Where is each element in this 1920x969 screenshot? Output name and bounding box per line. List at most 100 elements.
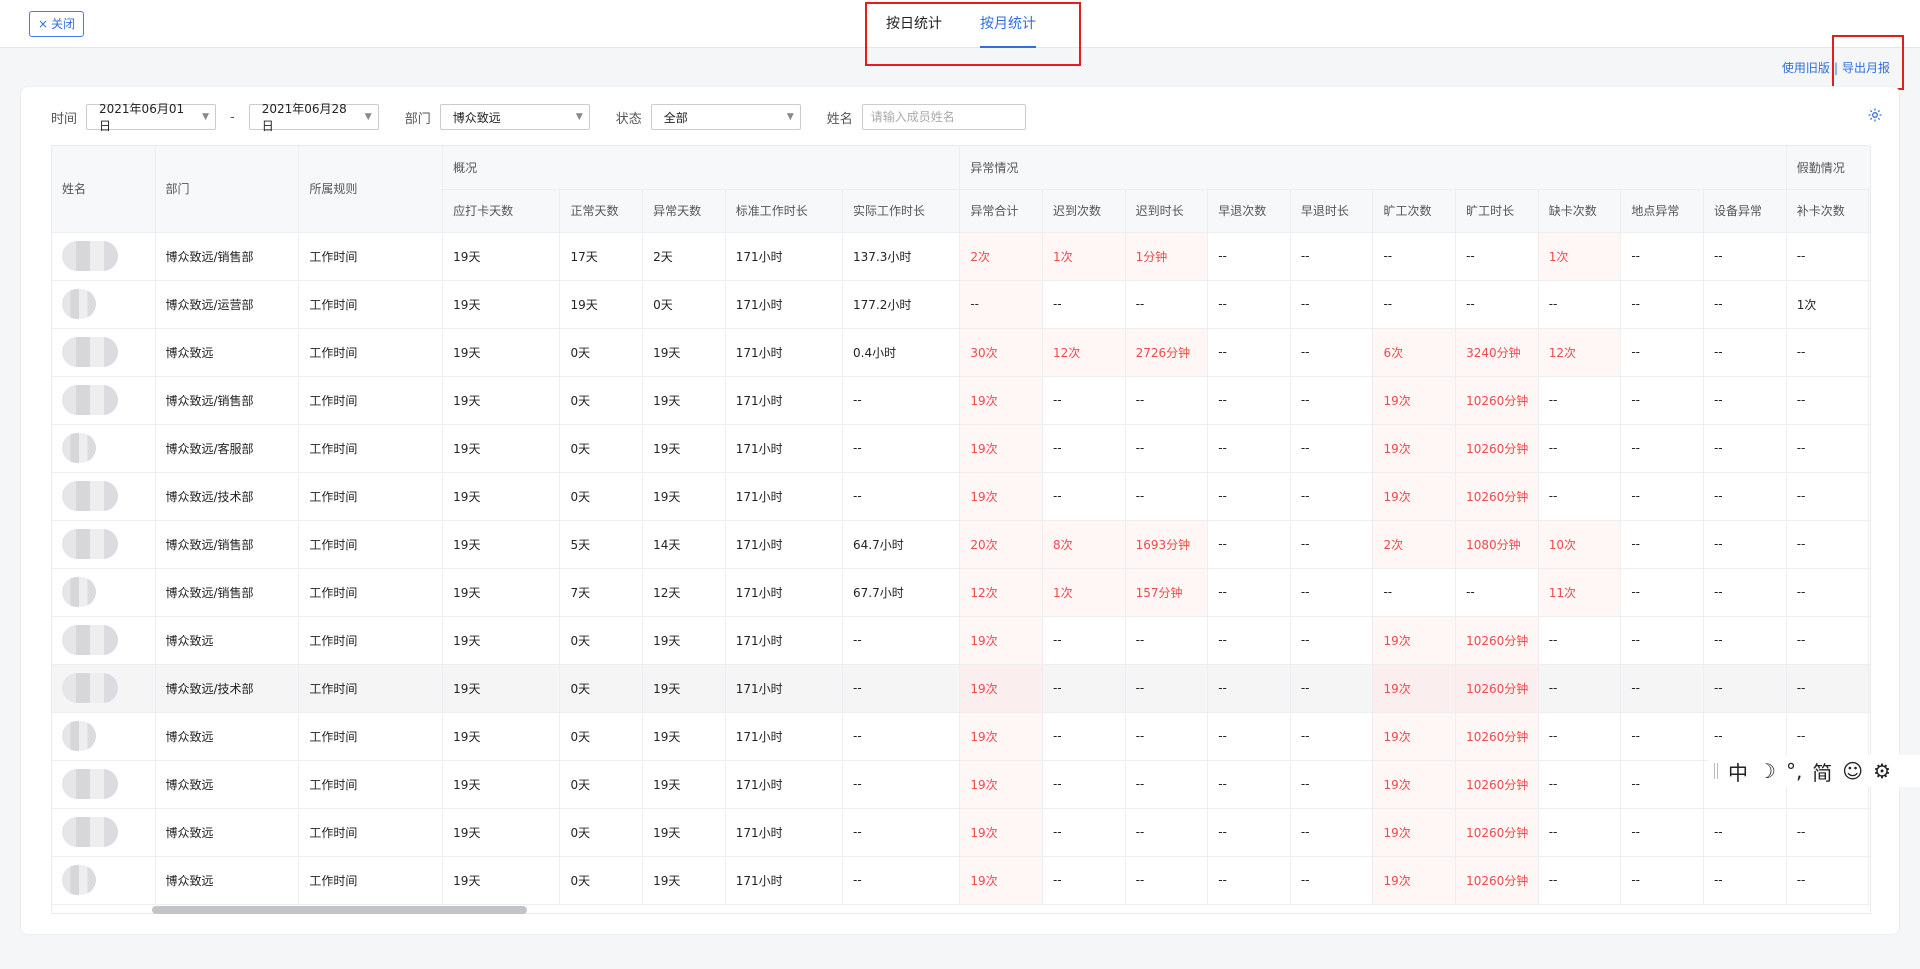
date-range-separator: - [230, 109, 235, 125]
ime-chinese-mode[interactable]: 中 [1728, 757, 1748, 786]
close-icon: × [38, 17, 49, 31]
ime-settings-icon[interactable]: ⚙ [1873, 759, 1891, 783]
horizontal-scrollbar[interactable] [152, 906, 527, 914]
table-row[interactable]: 博众致远 工作时间 19天 0天 19天 171小时 -- 19次 -- -- -- -- 19次 102… [52, 712, 1870, 761]
table-row[interactable]: 博众致远/技术部 工作时间 19天 0天 19天 171小时 -- 19次 -- -- -- -- 19… [52, 472, 1870, 521]
stat-cell: 2次 [1372, 520, 1457, 569]
ime-drag-handle[interactable] [1714, 763, 1718, 779]
table-row[interactable]: 博众致远 工作时间 19天 0天 19天 171小时 -- 19次 -- -- -- -- 19次 102… [52, 856, 1870, 905]
ime-punctuation[interactable]: °, [1786, 759, 1802, 783]
tab-daily-stats[interactable]: 按日统计 [886, 0, 942, 48]
dept-value: 博众致远 [452, 110, 501, 125]
table-row[interactable]: 博众致远/客服部 工作时间 19天 0天 19天 171小时 -- 19次 -- -- -- -- 19… [52, 424, 1870, 473]
stat-cell: 177.2小时 [842, 280, 961, 329]
export-monthly-report-link[interactable]: 导出月报 [1842, 59, 1890, 76]
blurred-avatar [62, 577, 96, 607]
stat-cell: 19次 [959, 712, 1043, 761]
stat-cell: -- [1538, 280, 1622, 329]
name-search-input[interactable] [861, 104, 1026, 130]
stat-cell: 19次 [959, 376, 1043, 425]
stat-cell: 19次 [959, 664, 1043, 713]
table-row[interactable]: 博众致远 工作时间 19天 0天 19天 171小时 -- 19次 -- -- -- -- 19次 102… [52, 808, 1870, 857]
group-header-leave: 假勤情况 [1786, 146, 1870, 190]
settings-gear-icon[interactable] [1867, 107, 1883, 123]
stat-cell: -- [1042, 472, 1126, 521]
end-date-picker[interactable]: 2021年06月28日 ▼ [248, 102, 379, 133]
stat-cell: 1次 [1042, 232, 1126, 281]
stat-cell: 0天 [642, 280, 726, 329]
stat-cell: -- [1786, 328, 1870, 377]
stat-cell: 2726分钟 [1125, 328, 1209, 377]
stat-cell: -- [1868, 712, 1870, 761]
stat-cell: -- [1786, 856, 1870, 905]
dept-cell: 博众致远 [155, 760, 300, 809]
stat-cell: 19天 [642, 760, 726, 809]
stat-cell: 10260分钟 [1455, 856, 1539, 905]
close-button[interactable]: × 关闭 [29, 11, 85, 37]
table-row[interactable]: 博众致远/销售部 工作时间 19天 7天 12天 171小时 67.7小时 12次 1次 157分… [52, 568, 1870, 617]
caret-down-icon: ▼ [575, 112, 583, 122]
stat-cell: -- [1455, 568, 1539, 617]
table-row[interactable]: 博众致远/销售部 工作时间 19天 17天 2天 171小时 137.3小时 2次 1次 1分钟 -… [52, 232, 1870, 281]
attendance-table-container[interactable]: 姓名 部门 所属规则 概况 异常情况 假勤情况 应打卡天数 正常天数 异常天数 标准工… [51, 145, 1871, 914]
stat-cell: -- [1620, 664, 1704, 713]
ime-moon-icon[interactable]: ☽ [1758, 759, 1776, 783]
stat-cell: -- [1703, 712, 1787, 761]
stat-cell: 19次 [1372, 808, 1457, 857]
col-header-15: 补卡次数 [1786, 189, 1870, 233]
stat-cell: 19天 [442, 328, 561, 377]
table-row[interactable]: 博众致远/运营部 工作时间 19天 19天 0天 171小时 177.2小时 -- -- -- --… [52, 280, 1870, 329]
stat-cell: 19天 [442, 280, 561, 329]
ime-emoji-icon[interactable]: ☺ [1842, 759, 1863, 783]
stat-cell: -- [1042, 664, 1126, 713]
stat-cell: -- [842, 856, 961, 905]
stat-cell: -- [1786, 664, 1870, 713]
table-row[interactable]: 博众致远/销售部 工作时间 19天 5天 14天 171小时 64.7小时 20次 8次 1693… [52, 520, 1870, 569]
stat-cell: 19天 [642, 472, 726, 521]
stat-cell: -- [1042, 856, 1126, 905]
stat-cell: 19次 [1372, 424, 1457, 473]
stat-cell: -- [1290, 376, 1374, 425]
stat-cell: 1693分钟 [1125, 520, 1209, 569]
ime-simplified[interactable]: 简 [1812, 757, 1832, 786]
rule-cell: 工作时间 [298, 760, 444, 809]
stat-cell: -- [842, 472, 961, 521]
stat-cell: -- [1455, 232, 1539, 281]
stat-cell: -- [1538, 856, 1622, 905]
stat-cell: -- [1290, 616, 1374, 665]
dept-select[interactable]: 博众致远 ▼ [439, 104, 590, 130]
stat-cell: -- [1207, 280, 1291, 329]
col-header-5: 异常合计 [959, 189, 1043, 233]
stat-cell: -- [1703, 472, 1787, 521]
stat-cell: -- [1290, 808, 1374, 857]
filter-bar: 时间 2021年06月01日 ▼ - 2021年06月28日 ▼ 部门 博众致远… [51, 102, 1026, 133]
stat-cell: 19天 [442, 856, 561, 905]
table-row[interactable]: 博众致远 工作时间 19天 0天 19天 171小时 -- 19次 -- -- -- -- 19次 102… [52, 616, 1870, 665]
stat-cell: -- [842, 664, 961, 713]
table-row[interactable]: 博众致远/技术部 工作时间 19天 0天 19天 171小时 -- 19次 -- -- -- -- 19… [52, 664, 1870, 713]
status-select[interactable]: 全部 ▼ [650, 104, 801, 130]
stat-cell: -- [1620, 808, 1704, 857]
status-label: 状态 [615, 111, 642, 127]
stat-cell: 19次 [959, 616, 1043, 665]
stat-cell: -- [1868, 280, 1870, 329]
stat-cell: 67.7小时 [842, 568, 961, 617]
table-row[interactable]: 博众致远 工作时间 19天 0天 19天 171小时 -- 19次 -- -- -- -- 19次 102… [52, 760, 1870, 809]
stat-cell: -- [1207, 856, 1291, 905]
stat-cell: -- [1125, 856, 1209, 905]
rule-cell: 工作时间 [298, 808, 444, 857]
col-header-name: 姓名 [52, 146, 156, 233]
group-header-overview: 概况 [442, 146, 961, 190]
stat-cell: 19天 [642, 808, 726, 857]
stat-cell: -- [1290, 520, 1374, 569]
table-row[interactable]: 博众致远 工作时间 19天 0天 19天 171小时 0.4小时 30次 12次 2726分钟 --… [52, 328, 1870, 377]
table-row[interactable]: 博众致远/销售部 工作时间 19天 0天 19天 171小时 -- 19次 -- -- -- -- 19… [52, 376, 1870, 425]
blurred-avatar [62, 817, 118, 847]
start-date-picker[interactable]: 2021年06月01日 ▼ [86, 102, 217, 133]
tab-monthly-stats[interactable]: 按月统计 [980, 0, 1036, 48]
stat-cell: -- [1207, 472, 1291, 521]
stat-cell: 5天 [559, 520, 644, 569]
stat-cell: 10260分钟 [1455, 424, 1539, 473]
use-old-version-link[interactable]: 使用旧版 [1782, 59, 1830, 76]
stat-cell: 19次 [1372, 376, 1457, 425]
